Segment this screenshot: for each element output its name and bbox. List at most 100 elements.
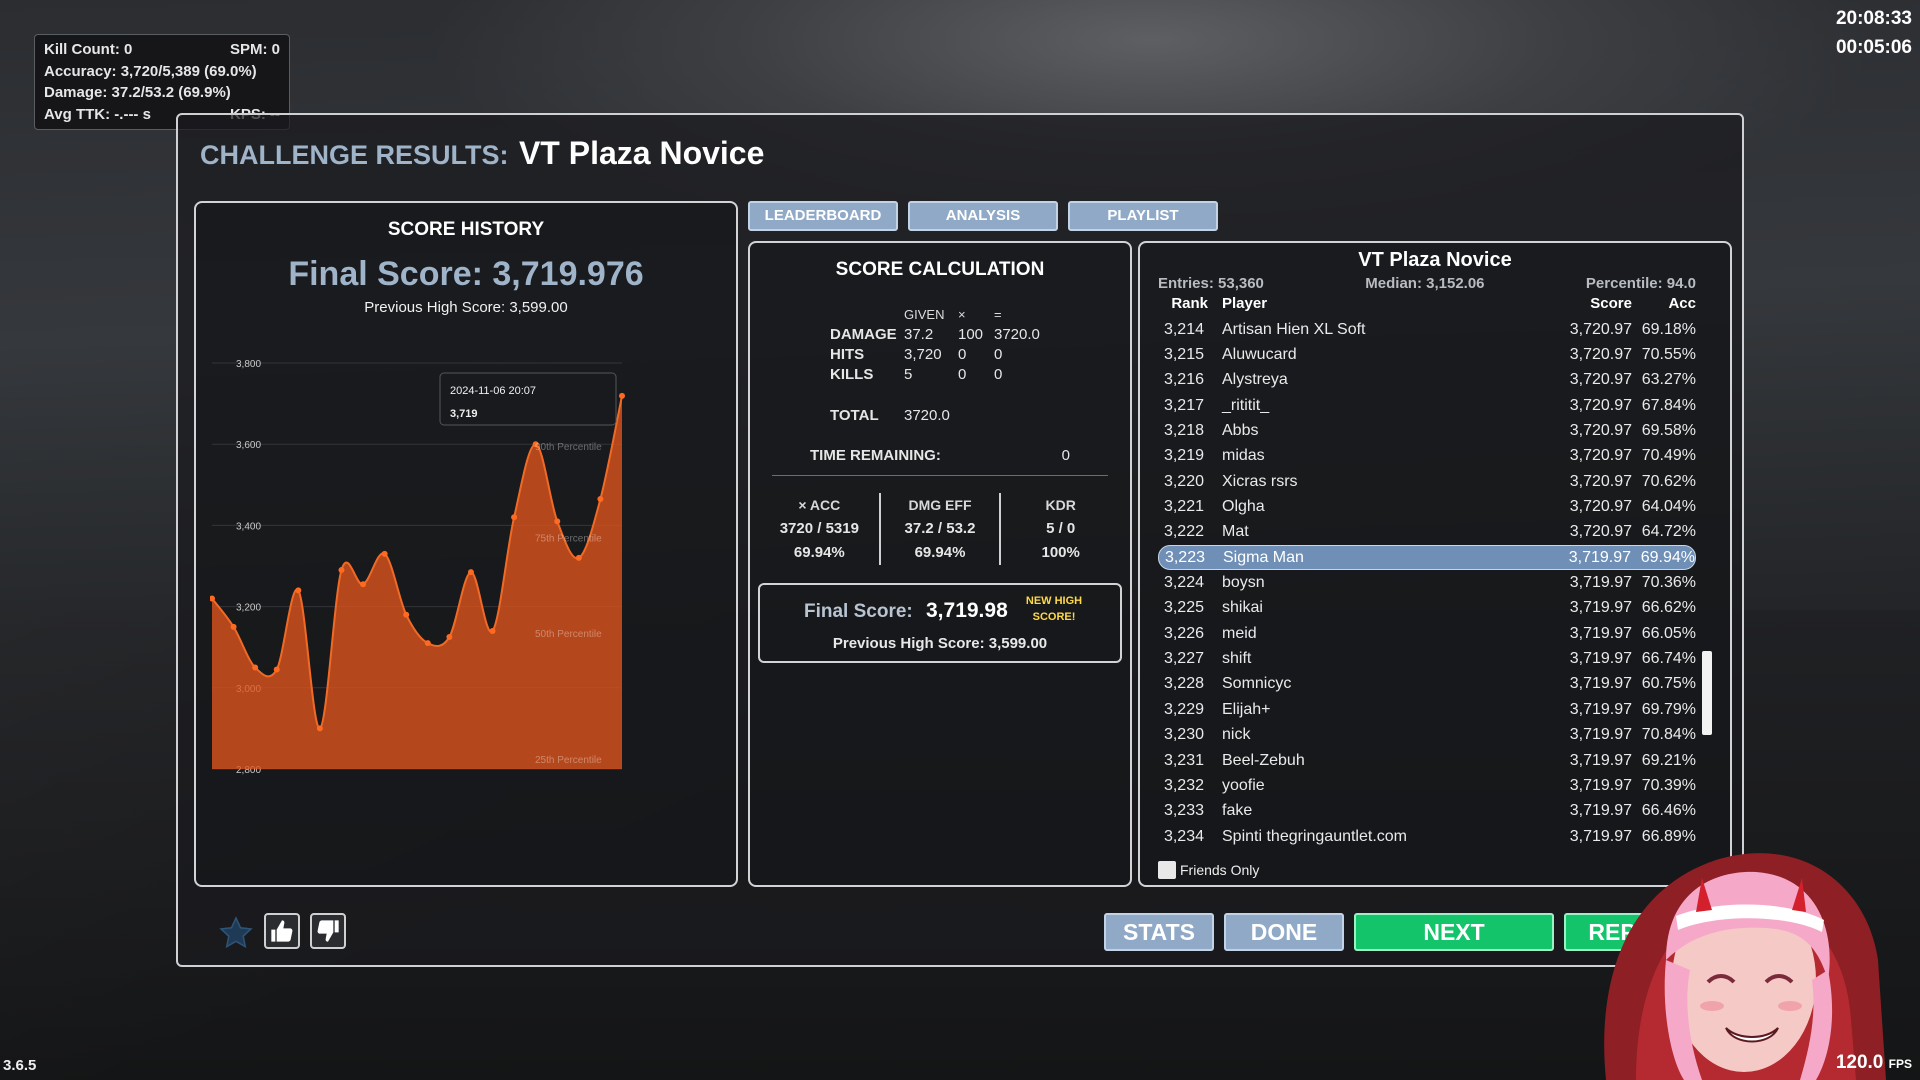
- cell-player: midas: [1222, 447, 1265, 465]
- friends-only-toggle[interactable]: Friends Only: [1158, 861, 1259, 879]
- score-history-chart[interactable]: 3,8003,6003,4003,2003,0002,80025th Perce…: [210, 353, 722, 873]
- score-point: [316, 725, 323, 732]
- stats-button[interactable]: STATS: [1104, 913, 1214, 951]
- cell-acc: 70.39%: [1641, 776, 1696, 794]
- cell-acc: 60.75%: [1641, 675, 1696, 693]
- leaderboard-row[interactable]: 3,218 Abbs 3,720.97 69.58%: [1158, 418, 1696, 443]
- leaderboard-row[interactable]: 3,229 Elijah+ 3,719.97 69.79%: [1158, 697, 1696, 722]
- next-button[interactable]: NEXT: [1354, 913, 1554, 951]
- percentile: Percentile: 94.0: [1585, 275, 1696, 292]
- cell-player: Beel-Zebuh: [1222, 751, 1305, 769]
- cell-rank: 3,220: [1163, 472, 1204, 490]
- leaderboard-panel: VT Plaza Novice Entries: 53,360 Median: …: [1138, 241, 1732, 887]
- cell-player: Mat: [1222, 523, 1249, 541]
- leaderboard-row[interactable]: 3,221 Olgha 3,720.97 64.04%: [1158, 494, 1696, 519]
- thumbs-up-button[interactable]: [264, 913, 300, 949]
- leaderboard-row[interactable]: 3,232 yoofie 3,719.97 70.39%: [1158, 773, 1696, 798]
- percentile-label: 25th Percentile: [535, 755, 602, 766]
- leaderboard-row[interactable]: 3,216 Alystreya 3,720.97 63.27%: [1158, 368, 1696, 393]
- leaderboard-row[interactable]: 3,227 shift 3,719.97 66.74%: [1158, 646, 1696, 671]
- metric-damage-efficiency: DMG EFF 37.2 / 53.2 69.94%: [878, 493, 1000, 565]
- cell-rank: 3,218: [1163, 422, 1204, 440]
- y-tick-label: 3,600: [236, 440, 261, 451]
- cell-score: 3,720.97: [1569, 523, 1632, 541]
- previous-high-score-calc: Previous High Score: 3,599.00: [832, 635, 1048, 652]
- leaderboard-row[interactable]: 3,215 Aluwucard 3,720.97 70.55%: [1158, 342, 1696, 367]
- thumbs-down-button[interactable]: [310, 913, 346, 949]
- final-score-value: 3,719.98: [926, 599, 1008, 622]
- tab-playlist[interactable]: PLAYLIST: [1068, 201, 1218, 231]
- page-title: CHALLENGE RESULTS: VT Plaza Novice: [200, 135, 764, 172]
- cell-acc: 66.05%: [1641, 624, 1696, 642]
- score-point: [619, 392, 625, 399]
- cell-rank: 3,216: [1163, 371, 1204, 389]
- calc-header: GIVEN × =: [904, 307, 1002, 322]
- title-prefix: CHALLENGE RESULTS:: [200, 140, 509, 170]
- cell-acc: 64.04%: [1641, 498, 1696, 516]
- tab-analysis[interactable]: ANALYSIS: [908, 201, 1058, 231]
- star-icon[interactable]: [218, 915, 254, 951]
- y-tick-label: 3,400: [236, 521, 261, 532]
- previous-high-score: Previous High Score: 3,599.00: [364, 299, 568, 316]
- leaderboard-row[interactable]: 3,231 Beel-Zebuh 3,719.97 69.21%: [1158, 748, 1696, 773]
- cell-player: Elijah+: [1222, 700, 1271, 718]
- leaderboard-row[interactable]: 3,222 Mat 3,720.97 64.72%: [1158, 520, 1696, 545]
- leaderboard-row[interactable]: 3,230 nick 3,719.97 70.84%: [1158, 723, 1696, 748]
- cell-rank: 3,221: [1163, 498, 1204, 516]
- cell-acc: 66.46%: [1641, 802, 1696, 820]
- results-window: CHALLENGE RESULTS: VT Plaza Novice SCORE…: [176, 113, 1744, 967]
- cell-rank: 3,223: [1164, 548, 1205, 566]
- leaderboard-row[interactable]: 3,219 midas 3,720.97 70.49%: [1158, 444, 1696, 469]
- cell-rank: 3,229: [1163, 700, 1204, 718]
- version-label: 3.6.5: [3, 1057, 37, 1074]
- metric-accuracy: × ACC 3720 / 5319 69.94%: [779, 497, 859, 561]
- y-tick-label: 3,200: [236, 603, 261, 614]
- session-time: 00:05:06: [1835, 37, 1912, 58]
- cell-player: _rititit_: [1222, 396, 1270, 414]
- cell-player: nick: [1222, 726, 1251, 744]
- cell-player: Alystreya: [1222, 371, 1288, 389]
- leaderboard-row[interactable]: 3,225 shikai 3,719.97 66.62%: [1158, 596, 1696, 621]
- score-history-panel: SCORE HISTORY Final Score: 3,719.976 Pre…: [194, 201, 738, 887]
- calc-table: GIVEN × = DAMAGE 37.2 100 3720.0 HITS 3,720 0…: [830, 305, 1054, 385]
- fps-counter: 120.0 FPS: [1835, 1052, 1912, 1073]
- cell-score: 3,720.97: [1569, 498, 1632, 516]
- leaderboard-list[interactable]: 3,214 Artisan Hien XL Soft 3,720.97 69.18% 3…: [1158, 317, 1696, 853]
- thumbs-up-icon: [271, 920, 293, 942]
- scroll-thumb[interactable]: [1702, 651, 1712, 735]
- cell-score: 3,719.97: [1569, 776, 1632, 794]
- cell-rank: 3,222: [1163, 523, 1204, 541]
- cell-rank: 3,230: [1163, 726, 1204, 744]
- leaderboard-row[interactable]: 3,224 boysn 3,719.97 70.36%: [1158, 570, 1696, 595]
- cell-acc: 69.18%: [1641, 320, 1696, 338]
- cell-player: meid: [1222, 624, 1257, 642]
- tab-leaderboard[interactable]: LEADERBOARD: [748, 201, 898, 231]
- leaderboard-meta: Entries: 53,360 Median: 3,152.06 Percent…: [1158, 275, 1696, 292]
- leaderboard-scrollbar[interactable]: [1702, 321, 1712, 851]
- leaderboard-row[interactable]: 3,217 _rititit_ 3,720.97 67.84%: [1158, 393, 1696, 418]
- percentile-label: 90th Percentile: [535, 442, 602, 453]
- leaderboard-row[interactable]: 3,226 meid 3,719.97 66.05%: [1158, 621, 1696, 646]
- calc-row-hits: HITS 3,720 0 0: [830, 346, 1003, 363]
- time-remaining: TIME REMAINING: 0: [810, 447, 1070, 464]
- score-point: [597, 496, 604, 503]
- cell-rank: 3,234: [1163, 827, 1204, 845]
- leaderboard-row[interactable]: 3,220 Xicras rsrs 3,720.97 70.62%: [1158, 469, 1696, 494]
- cell-acc: 70.84%: [1641, 726, 1696, 744]
- cell-player: yoofie: [1222, 776, 1265, 794]
- cell-player: Abbs: [1222, 422, 1259, 440]
- cell-player: Xicras rsrs: [1222, 472, 1298, 490]
- done-button[interactable]: DONE: [1224, 913, 1344, 951]
- friends-only-checkbox[interactable]: [1158, 861, 1176, 879]
- y-tick-label: 3,800: [236, 359, 261, 370]
- leaderboard-row-self[interactable]: 3,223 Sigma Man 3,719.97 69.94%: [1158, 545, 1696, 571]
- leaderboard-row[interactable]: 3,214 Artisan Hien XL Soft 3,720.97 69.18%: [1158, 317, 1696, 342]
- cell-acc: 63.27%: [1641, 371, 1696, 389]
- cell-rank: 3,232: [1163, 776, 1204, 794]
- tooltip-date: 2024-11-06 20:07: [450, 385, 536, 397]
- leaderboard-row[interactable]: 3,228 Somnicyc 3,719.97 60.75%: [1158, 672, 1696, 697]
- calc-row-kills: KILLS 5 0 0: [830, 366, 1003, 383]
- current-time: 20:08:33: [1835, 8, 1912, 29]
- cell-acc: 70.55%: [1641, 346, 1696, 364]
- calc-row-damage: DAMAGE 37.2 100 3720.0: [830, 326, 1040, 343]
